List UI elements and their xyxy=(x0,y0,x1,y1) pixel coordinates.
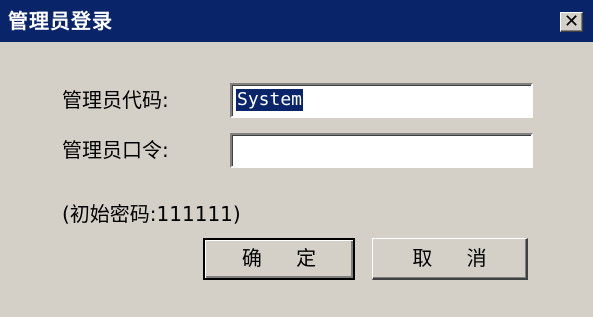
admin-code-value: System xyxy=(236,89,304,111)
admin-password-label: 管理员口令: xyxy=(62,138,169,162)
ok-button[interactable]: 确 定 xyxy=(203,238,355,280)
close-icon: ✕ xyxy=(563,11,580,32)
close-button[interactable]: ✕ xyxy=(560,11,583,32)
admin-password-input[interactable] xyxy=(230,133,533,168)
title-bar: 管理员登录 ✕ xyxy=(0,0,593,42)
cancel-button[interactable]: 取 消 xyxy=(372,238,528,280)
login-dialog: 管理员登录 ✕ 管理员代码: System 管理员口令: (初始密码:11111… xyxy=(0,0,593,317)
admin-code-input[interactable]: System xyxy=(230,83,533,118)
initial-password-hint: (初始密码:111111) xyxy=(62,202,241,226)
dialog-title: 管理员登录 xyxy=(8,9,113,33)
admin-code-label: 管理员代码: xyxy=(62,88,169,112)
